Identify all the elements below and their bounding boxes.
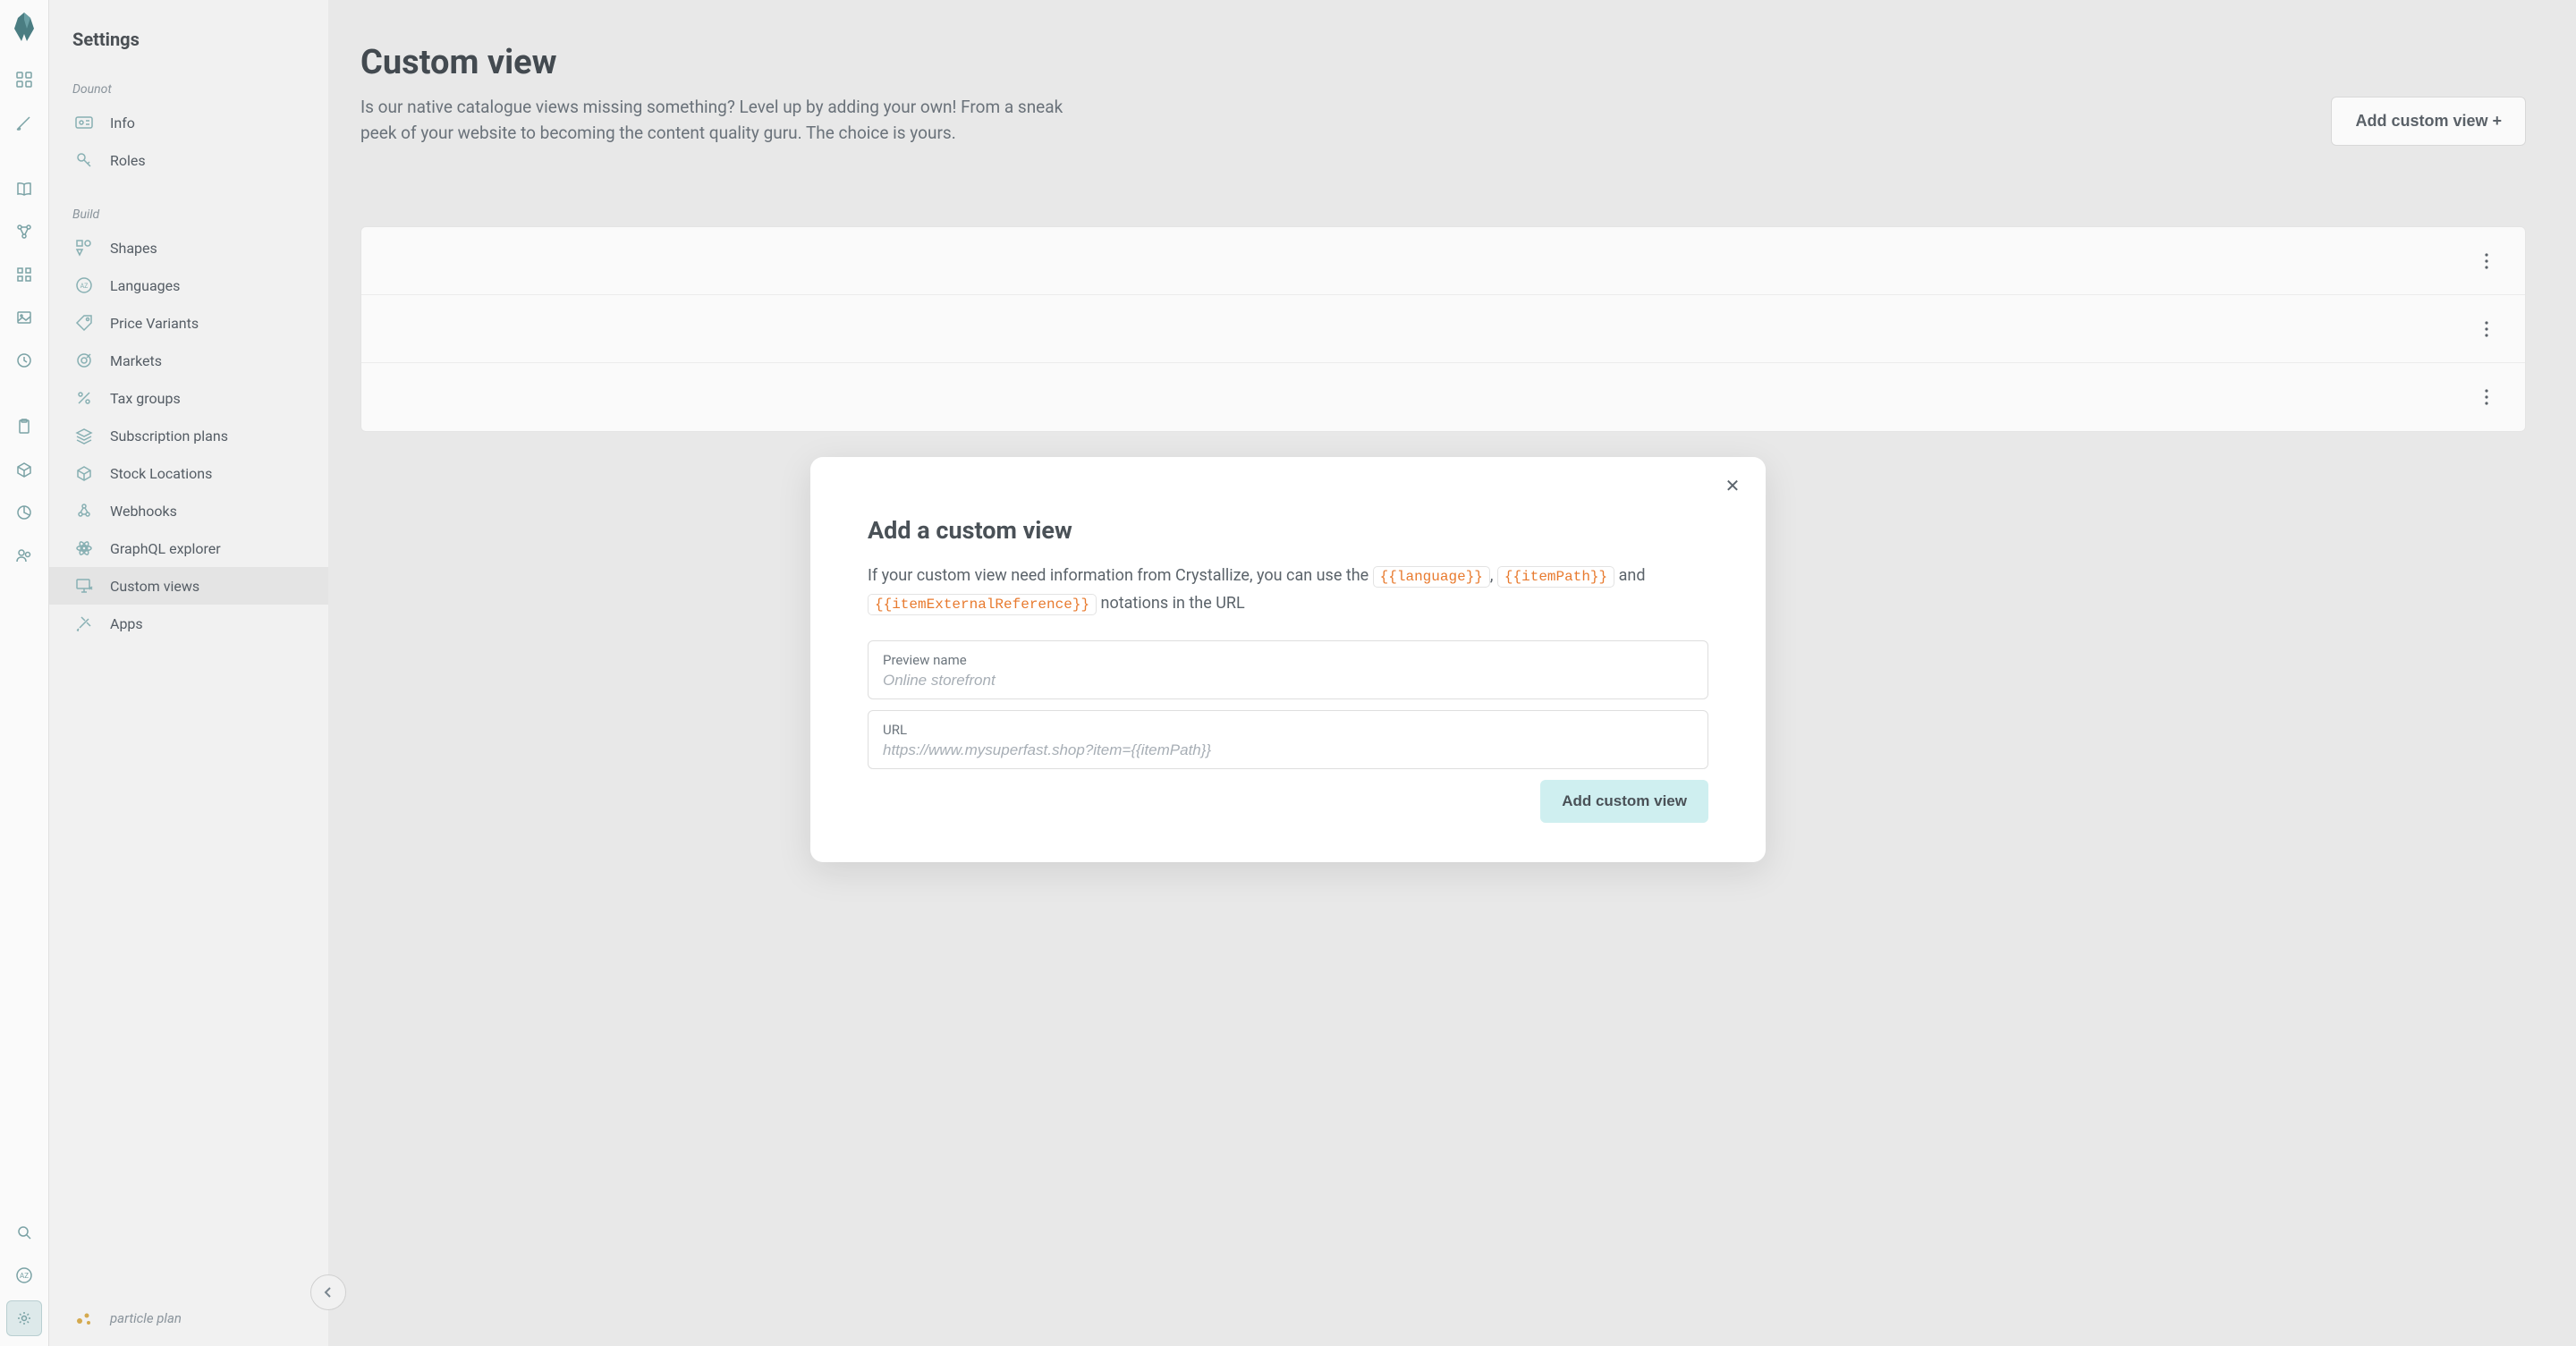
preview-name-field[interactable]: Preview name bbox=[868, 640, 1708, 699]
field-label: Preview name bbox=[883, 652, 1693, 668]
modal-submit-button[interactable]: Add custom view bbox=[1540, 780, 1708, 823]
modal-title: Add a custom view bbox=[868, 516, 1708, 545]
field-label: URL bbox=[883, 722, 1693, 738]
modal-close-button[interactable]: ✕ bbox=[1719, 473, 1746, 500]
preview-name-input[interactable] bbox=[883, 672, 1693, 690]
modal-desc-text: If your custom view need information fro… bbox=[868, 566, 1373, 585]
modal-description: If your custom view need information fro… bbox=[868, 563, 1708, 617]
url-field[interactable]: URL bbox=[868, 710, 1708, 769]
token-itempath: {{itemPath}} bbox=[1497, 566, 1614, 588]
modal-comma: , bbox=[1490, 566, 1497, 585]
add-custom-view-modal: ✕ Add a custom view If your custom view … bbox=[810, 457, 1766, 862]
modal-desc-after: notations in the URL bbox=[1097, 594, 1245, 613]
modal-overlay: ✕ Add a custom view If your custom view … bbox=[0, 0, 2576, 1346]
token-language: {{language}} bbox=[1373, 566, 1490, 588]
token-itemexternalreference: {{itemExternalReference}} bbox=[868, 594, 1097, 615]
url-input[interactable] bbox=[883, 741, 1693, 759]
modal-and: and bbox=[1614, 566, 1645, 585]
